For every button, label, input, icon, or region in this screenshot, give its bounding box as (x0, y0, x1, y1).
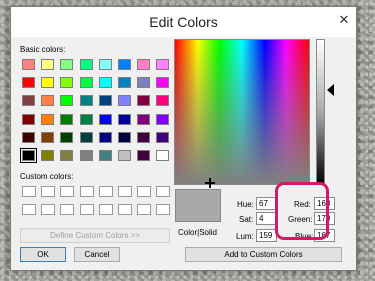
basic-color-swatch[interactable] (118, 77, 131, 89)
color-spectrum[interactable] (174, 39, 310, 185)
basic-color-swatch[interactable] (22, 95, 35, 107)
custom-color-slot[interactable] (137, 204, 152, 215)
basic-color-swatch[interactable] (41, 59, 55, 70)
luminance-arrow-icon[interactable] (327, 84, 334, 96)
basic-color-swatch[interactable] (41, 95, 55, 107)
dialog-title: Edit Colors (149, 14, 218, 30)
custom-color-slot[interactable] (137, 186, 152, 197)
custom-colors-label: Custom colors: (20, 172, 74, 181)
basic-color-swatch[interactable] (60, 59, 74, 70)
basic-color-swatch[interactable] (156, 59, 170, 70)
custom-color-slot[interactable] (41, 204, 56, 215)
basic-color-swatch[interactable] (118, 131, 131, 143)
basic-color-swatch[interactable] (22, 113, 35, 125)
hue-field[interactable]: 67 (256, 197, 277, 210)
lum-label: Lum: (236, 232, 254, 241)
basic-color-swatch[interactable] (79, 113, 93, 125)
custom-color-slot[interactable] (41, 186, 56, 197)
basic-color-swatch[interactable] (60, 113, 74, 125)
custom-color-slot[interactable] (98, 186, 113, 197)
basic-color-swatch[interactable] (118, 150, 131, 161)
basic-color-swatch[interactable] (118, 59, 131, 70)
basic-color-swatch[interactable] (98, 95, 112, 107)
cancel-button[interactable]: Cancel (74, 247, 120, 262)
basic-color-swatch[interactable] (137, 77, 151, 89)
basic-color-swatch[interactable] (20, 148, 37, 163)
basic-color-swatch[interactable] (60, 150, 74, 161)
basic-color-swatch[interactable] (41, 77, 55, 89)
custom-color-slot[interactable] (118, 204, 132, 215)
basic-color-swatch[interactable] (79, 95, 93, 107)
add-to-custom-colors-button[interactable]: Add to Custom Colors (185, 247, 342, 262)
basic-color-swatch[interactable] (137, 95, 151, 107)
ok-button[interactable]: OK (20, 247, 66, 262)
custom-color-slot[interactable] (79, 186, 94, 197)
basic-color-swatch[interactable] (118, 113, 131, 125)
basic-color-swatch[interactable] (60, 131, 74, 143)
custom-color-slot[interactable] (60, 186, 75, 197)
basic-color-swatch[interactable] (22, 131, 35, 143)
lum-field[interactable]: 159 (256, 229, 277, 242)
basic-color-swatch[interactable] (41, 113, 55, 125)
sat-label: Sat: (239, 215, 254, 224)
basic-colors-label: Basic colors: (20, 45, 66, 54)
title-bar: Edit Colors ✕ (11, 7, 356, 37)
rgb-highlight-annotation (275, 182, 329, 240)
custom-color-slot[interactable] (79, 204, 94, 215)
sat-field[interactable]: 4 (256, 212, 277, 225)
basic-color-swatch[interactable] (60, 77, 74, 89)
custom-color-slot[interactable] (156, 186, 171, 197)
basic-color-swatch[interactable] (98, 113, 112, 125)
basic-color-swatch[interactable] (98, 150, 112, 161)
custom-color-slot[interactable] (118, 186, 132, 197)
basic-color-swatch[interactable] (79, 131, 93, 143)
custom-color-slot[interactable] (98, 204, 113, 215)
custom-color-slot[interactable] (156, 204, 171, 215)
hue-label: Hue: (237, 200, 254, 209)
basic-color-swatch[interactable] (41, 131, 55, 143)
basic-color-swatch[interactable] (137, 59, 151, 70)
basic-color-swatch[interactable] (118, 95, 131, 107)
basic-color-swatch[interactable] (22, 77, 35, 89)
basic-color-swatch[interactable] (156, 150, 170, 161)
basic-color-swatch[interactable] (98, 77, 112, 89)
basic-color-swatch[interactable] (156, 131, 170, 143)
basic-color-swatch[interactable] (137, 131, 151, 143)
basic-color-swatch[interactable] (156, 95, 170, 107)
custom-color-slot[interactable] (60, 204, 75, 215)
basic-color-swatch[interactable] (137, 113, 151, 125)
basic-color-swatch[interactable] (79, 77, 93, 89)
basic-color-swatch[interactable] (22, 59, 35, 70)
basic-color-swatch[interactable] (41, 150, 55, 161)
color-preview (175, 189, 221, 222)
close-icon[interactable]: ✕ (336, 13, 352, 27)
define-custom-colors-button[interactable]: Define Custom Colors >> (20, 228, 170, 243)
basic-color-swatch[interactable] (98, 131, 112, 143)
basic-color-swatch[interactable] (79, 59, 93, 70)
crosshair-icon[interactable] (205, 178, 215, 188)
basic-color-swatch[interactable] (60, 95, 74, 107)
basic-color-swatch[interactable] (156, 113, 170, 125)
basic-color-swatch[interactable] (79, 150, 93, 161)
color-solid-label: Color|Solid (178, 228, 217, 237)
basic-color-swatch[interactable] (137, 150, 151, 161)
basic-color-swatch[interactable] (98, 59, 112, 70)
basic-color-swatch[interactable] (156, 77, 170, 89)
custom-color-slot[interactable] (22, 186, 36, 197)
luminance-slider[interactable] (316, 39, 325, 185)
custom-color-slot[interactable] (22, 204, 36, 215)
